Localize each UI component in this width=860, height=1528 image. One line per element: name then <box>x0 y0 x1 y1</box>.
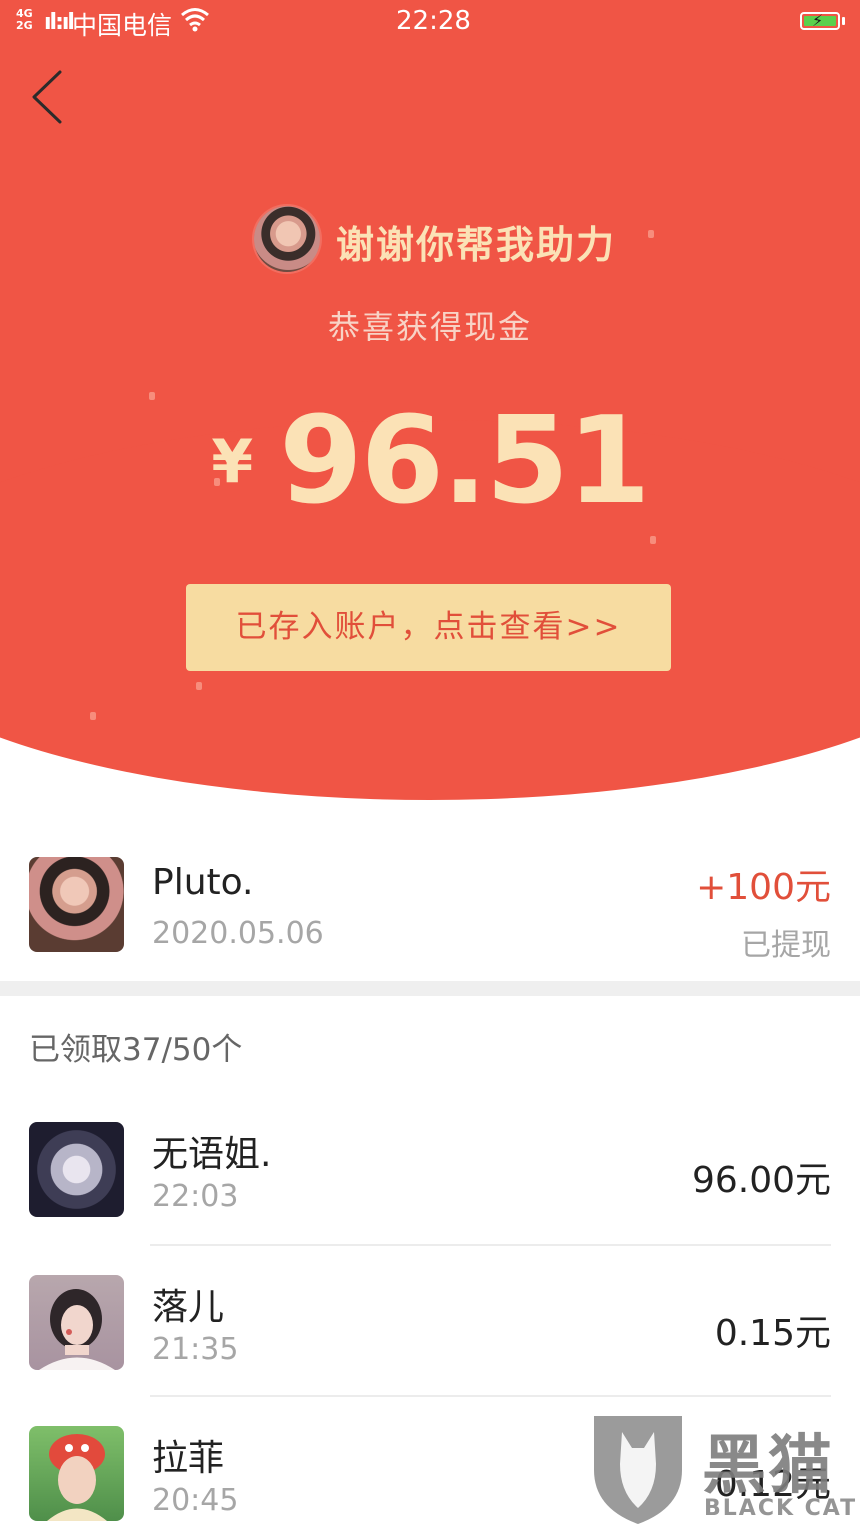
section-divider <box>0 981 860 996</box>
user-name: 无语姐. <box>152 1134 272 1175</box>
divider <box>150 1244 831 1246</box>
network-type: 4G 2G <box>16 7 33 32</box>
avatar <box>29 1122 124 1217</box>
record-amount: 96.00元 <box>691 1160 831 1201</box>
decor-fleck <box>90 712 96 720</box>
watermark-cn: 黑猫 <box>702 1429 834 1503</box>
user-name: 落儿 <box>152 1287 225 1328</box>
list-item[interactable]: 无语姐. 22:03 96.00元 <box>0 1121 860 1221</box>
page: 4G 2G ıl:ıl 中国电信 22:28 ⚡ 谢谢你帮我助力 恭喜获得现金 ¥… <box>0 0 860 1528</box>
divider <box>150 1395 831 1397</box>
record-amount: 0.15元 <box>714 1313 831 1354</box>
claimed-summary: 已领取37/50个 <box>29 1032 243 1068</box>
helper-title: 谢谢你帮我助力 <box>336 223 617 267</box>
amount-value: 96.51 <box>279 392 651 531</box>
list-item[interactable]: 落儿 21:35 0.15元 <box>0 1274 860 1374</box>
reward-amount: ¥96.51 <box>0 392 860 531</box>
avatar <box>29 1275 124 1370</box>
battery-tip <box>842 17 845 25</box>
record-time: 22:03 <box>152 1179 239 1214</box>
user-name: Pluto. <box>152 862 254 903</box>
reward-subtitle: 恭喜获得现金 <box>327 308 532 346</box>
record-time: 20:45 <box>152 1483 239 1518</box>
status-bar: 4G 2G ıl:ıl 中国电信 22:28 ⚡ <box>0 0 860 46</box>
status-time: 22:28 <box>396 6 471 36</box>
decor-fleck <box>648 230 654 238</box>
user-name: 拉菲 <box>152 1438 225 1479</box>
black-cat-shield-icon <box>594 1416 682 1524</box>
my-record-row[interactable]: Pluto. 2020.05.06 +100元 已提现 <box>0 856 860 963</box>
avatar <box>29 1426 124 1521</box>
battery-icon: ⚡ <box>800 11 840 30</box>
view-account-button[interactable]: 已存入账户，点击查看>> <box>186 584 671 671</box>
watermark-en: BLACK CAT <box>704 1496 858 1521</box>
withdraw-status: 已提现 <box>741 928 831 963</box>
record-amount: +100元 <box>696 867 831 908</box>
avatar <box>29 857 124 952</box>
currency-symbol: ¥ <box>211 427 254 497</box>
decor-fleck <box>650 536 656 544</box>
record-date: 2020.05.06 <box>152 916 324 951</box>
back-button[interactable] <box>28 68 72 126</box>
carrier-name: 中国电信 <box>72 11 173 40</box>
record-time: 21:35 <box>152 1332 239 1367</box>
signal-icon: ıl:ıl <box>44 10 75 35</box>
helper-avatar <box>254 206 320 272</box>
decor-fleck <box>196 682 202 690</box>
wifi-icon <box>180 6 210 38</box>
black-cat-watermark: 黑猫 BLACK CAT <box>588 1412 860 1528</box>
back-arrow-icon <box>32 70 62 124</box>
